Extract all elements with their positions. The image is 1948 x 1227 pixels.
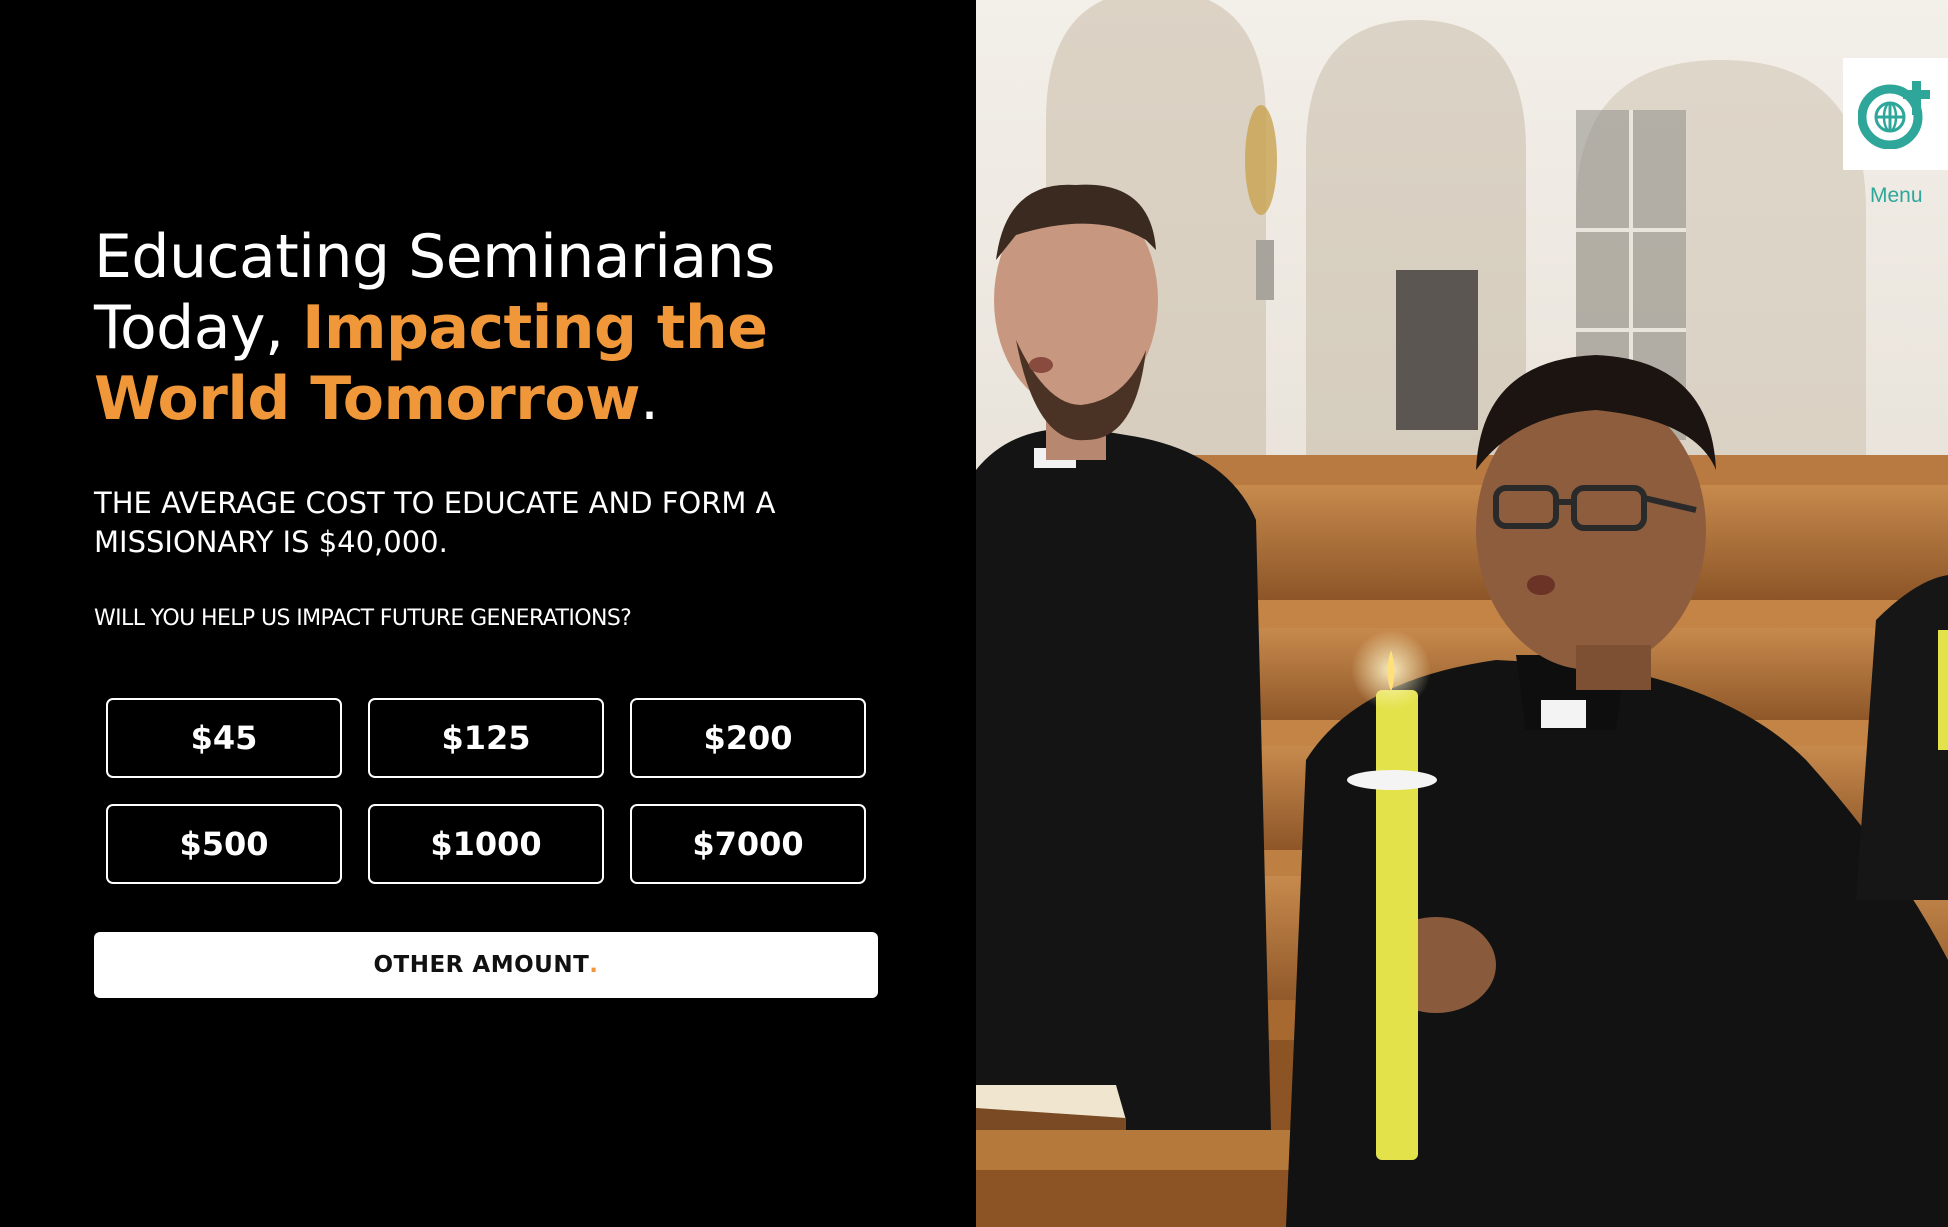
headline-today: Today,: [94, 293, 303, 363]
other-amount-label: OTHER AMOUNT: [373, 952, 590, 978]
page-title: Educating Seminarians Today, Impacting t…: [94, 222, 894, 435]
amount-button-200[interactable]: $200: [630, 698, 866, 778]
headline-accent-1: Impacting the: [302, 293, 768, 363]
headline-period: .: [640, 364, 659, 434]
cost-statement-line-1: THE AVERAGE COST TO EDUCATE AND FORM A: [94, 486, 776, 520]
headline-line-1: Educating Seminarians: [94, 222, 775, 292]
amount-button-125[interactable]: $125: [368, 698, 604, 778]
amount-button-500[interactable]: $500: [106, 804, 342, 884]
logo-button[interactable]: [1843, 58, 1948, 170]
menu-link[interactable]: Menu: [1870, 184, 1923, 208]
seminarians-photo: [976, 0, 1948, 1227]
globe-cross-icon: [1857, 81, 1930, 149]
amount-button-45[interactable]: $45: [106, 698, 342, 778]
cost-statement-line-2: MISSIONARY IS $40,000.: [94, 525, 448, 559]
amount-button-7000[interactable]: $7000: [630, 804, 866, 884]
cost-statement: THE AVERAGE COST TO EDUCATE AND FORM A M…: [94, 484, 894, 562]
other-amount-dot: .: [589, 952, 599, 978]
hero-photo: [976, 0, 1948, 1227]
donation-panel: Educating Seminarians Today, Impacting t…: [0, 0, 976, 1227]
donation-page: Educating Seminarians Today, Impacting t…: [0, 0, 1948, 1227]
headline-accent-2: World Tomorrow: [94, 364, 641, 434]
help-question: WILL YOU HELP US IMPACT FUTURE GENERATIO…: [94, 606, 632, 631]
other-amount-button[interactable]: OTHER AMOUNT.: [94, 932, 878, 998]
amount-button-1000[interactable]: $1000: [368, 804, 604, 884]
